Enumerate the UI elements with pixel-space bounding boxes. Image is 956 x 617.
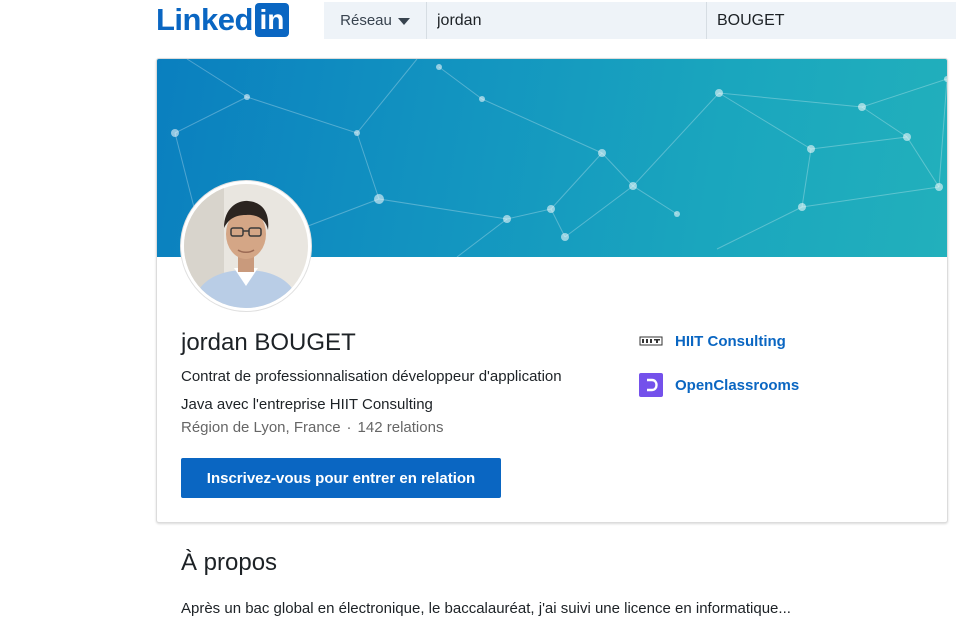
- profile-photo: [184, 184, 308, 308]
- connect-signup-button[interactable]: Inscrivez-vous pour entrer en relation: [181, 458, 501, 498]
- network-dropdown[interactable]: Réseau: [324, 2, 427, 39]
- last-name-input[interactable]: [707, 2, 956, 39]
- profile-meta: Région de Lyon, France · 142 relations: [181, 419, 443, 436]
- linkedin-logo[interactable]: Linked in: [156, 2, 289, 38]
- profile-name: jordan BOUGET: [181, 329, 356, 356]
- about-section-title: À propos: [181, 549, 278, 576]
- logo-in-box: in: [254, 3, 289, 37]
- profile-location: Région de Lyon, France: [181, 419, 341, 436]
- caret-down-icon: [397, 18, 410, 25]
- first-name-input[interactable]: [427, 2, 707, 39]
- people-search-bar: Réseau: [324, 2, 956, 39]
- top-navigation-bar: Linked in Réseau: [0, 0, 956, 44]
- company-link-hiit[interactable]: HIIT Consulting: [639, 329, 786, 353]
- profile-avatar[interactable]: [181, 181, 311, 311]
- company-name-openclassrooms: OpenClassrooms: [675, 376, 800, 394]
- headline-line-1: Contrat de professionnalisation développ…: [181, 368, 562, 385]
- logo-wordmark: Linked: [156, 2, 253, 37]
- profile-card: jordan BOUGET Contrat de professionnalis…: [156, 58, 948, 523]
- openclassrooms-logo-icon: [639, 373, 663, 397]
- meta-separator: ·: [346, 419, 352, 436]
- profile-connections: 142 relations: [357, 419, 444, 436]
- network-dropdown-label: Réseau: [340, 12, 392, 29]
- profile-headline: Contrat de professionnalisation développ…: [181, 363, 611, 419]
- headline-line-2: Java avec l'entreprise HIIT Consulting: [181, 396, 433, 413]
- company-link-openclassrooms[interactable]: OpenClassrooms: [639, 373, 799, 397]
- company-name-hiit: HIIT Consulting: [675, 332, 786, 350]
- hiit-logo-icon: [639, 329, 663, 353]
